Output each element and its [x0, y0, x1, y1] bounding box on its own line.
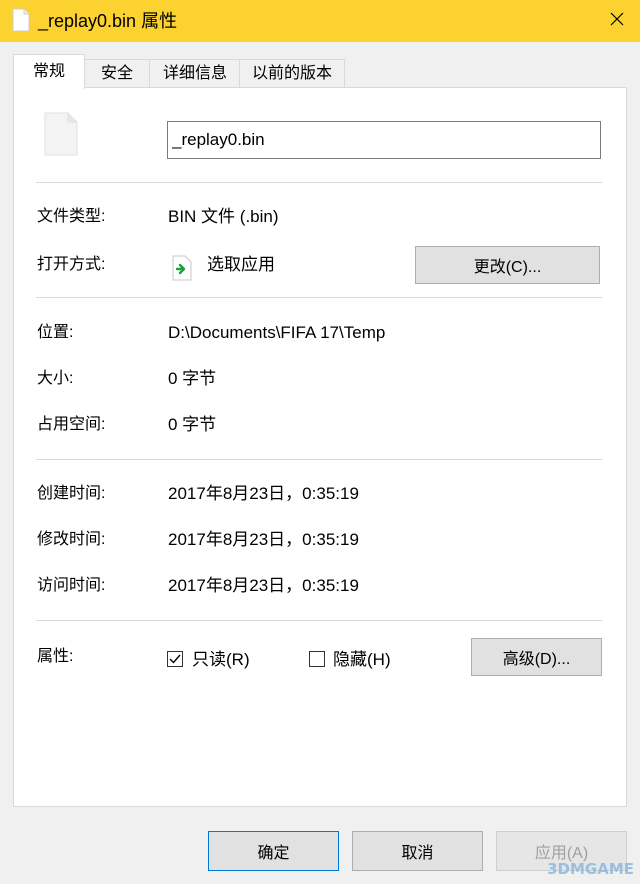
file-icon: [12, 8, 30, 37]
hidden-label[interactable]: 隐藏(H): [333, 649, 391, 671]
app-pick-icon: [172, 255, 192, 286]
divider: [36, 297, 602, 298]
created-label: 创建时间:: [37, 485, 106, 502]
modified-value: 2017年8月23日，0:35:19: [168, 530, 359, 549]
file-type-value: BIN 文件 (.bin): [168, 207, 279, 226]
check-icon: [169, 654, 181, 664]
hidden-checkbox[interactable]: [309, 651, 325, 667]
divider: [36, 182, 602, 183]
file-icon-large: [44, 112, 78, 161]
file-type-label: 文件类型:: [37, 208, 106, 225]
readonly-label[interactable]: 只读(R): [192, 649, 250, 671]
close-button[interactable]: [594, 0, 640, 42]
attributes-label: 属性:: [37, 648, 74, 665]
cancel-button[interactable]: 取消: [352, 831, 483, 871]
window-title: _replay0.bin 属性: [38, 11, 178, 31]
location-label: 位置:: [37, 324, 74, 341]
tab-security[interactable]: 安全: [83, 59, 151, 88]
tab-details[interactable]: 详细信息: [149, 59, 241, 88]
readonly-checkbox[interactable]: [167, 651, 183, 667]
modified-label: 修改时间:: [37, 531, 106, 548]
advanced-button[interactable]: 高级(D)...: [471, 638, 602, 676]
created-value: 2017年8月23日，0:35:19: [168, 484, 359, 503]
close-icon: [610, 12, 624, 31]
tab-general[interactable]: 常规: [13, 54, 85, 89]
size-on-disk-value: 0 字节: [168, 415, 217, 434]
divider: [36, 620, 602, 621]
tab-previous-versions[interactable]: 以前的版本: [239, 59, 345, 88]
open-with-value: 选取应用: [207, 255, 275, 274]
accessed-label: 访问时间:: [37, 577, 106, 594]
size-value: 0 字节: [168, 369, 217, 388]
ok-button[interactable]: 确定: [208, 831, 339, 871]
general-panel: [13, 87, 627, 807]
file-name-input[interactable]: [167, 121, 601, 159]
accessed-value: 2017年8月23日，0:35:19: [168, 576, 359, 595]
open-with-label: 打开方式:: [37, 256, 106, 273]
size-label: 大小:: [37, 370, 74, 387]
change-button[interactable]: 更改(C)...: [415, 246, 600, 284]
location-value: D:\Documents\FIFA 17\Temp: [168, 323, 386, 342]
divider: [36, 459, 602, 460]
size-on-disk-label: 占用空间:: [37, 416, 106, 433]
watermark: 3DMGAME: [547, 860, 634, 878]
title-bar: _replay0.bin 属性: [0, 0, 640, 42]
